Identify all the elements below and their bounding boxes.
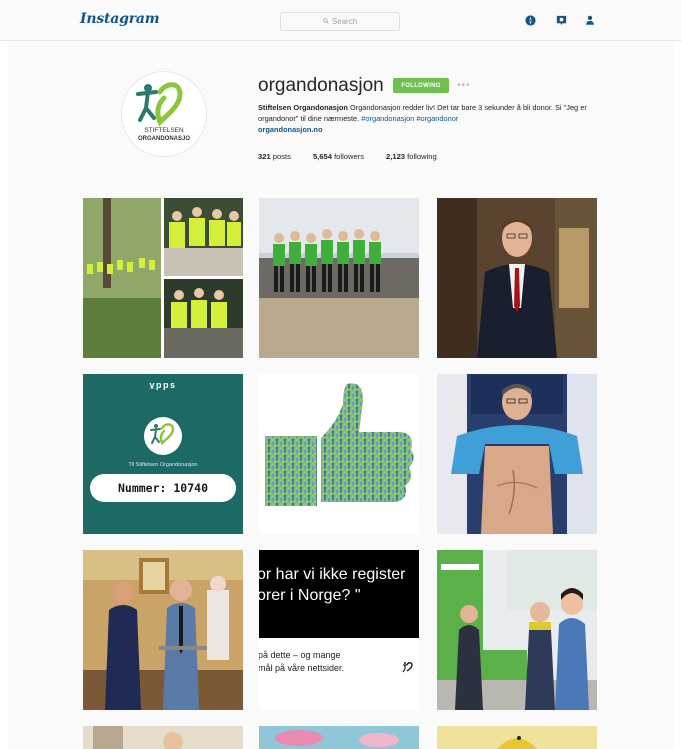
more-options-button[interactable]: •••: [457, 80, 471, 91]
quote-sub-line-1: på dette – og mange: [259, 650, 341, 660]
posts-label: posts: [270, 152, 291, 161]
quote-text: or har vi ikke register orer i Norge? ": [259, 564, 419, 624]
following-count: 2,123: [386, 152, 406, 161]
post-tile-vipps[interactable]: v̲pps Til Stiftelsen Organdonasjon Numme…: [83, 374, 243, 534]
organ-donor-small-logo-icon: [402, 662, 413, 673]
post-tile-partial-2[interactable]: [259, 726, 419, 749]
bio-name: Stiftelsen Organdonasjon: [258, 103, 348, 112]
bio-website-link[interactable]: organdonasjon.no: [258, 124, 588, 135]
compass-icon[interactable]: [523, 13, 537, 27]
profile-stats: 321 posts 5,654 followers 2,123 followin…: [258, 152, 437, 161]
organ-donor-logo-icon: [144, 417, 182, 455]
heart-bubble-icon[interactable]: [554, 13, 568, 27]
instagram-logo[interactable]: Instagram: [80, 11, 160, 27]
post-tile-partial-1[interactable]: [83, 726, 243, 749]
post-tile-runners-collage[interactable]: [83, 198, 243, 358]
post-tile-thumbs-up[interactable]: [259, 374, 419, 534]
post-tile-group-runners[interactable]: [259, 198, 419, 358]
profile-avatar[interactable]: STIFTELSEN ORGANDONASJO: [121, 71, 207, 157]
profile-bio: Stiftelsen Organdonasjon Organdonasjon r…: [258, 102, 588, 135]
search-placeholder: Search: [331, 17, 358, 26]
search-input[interactable]: Search: [280, 12, 400, 31]
followers-count: 5,654: [312, 152, 332, 161]
post-tile-quote[interactable]: or har vi ikke register orer i Norge? " …: [259, 550, 419, 710]
following-stat[interactable]: 2,123 following: [386, 152, 437, 161]
followers-stat[interactable]: 5,654 followers: [313, 152, 364, 161]
posts-count: 321: [258, 152, 271, 161]
quote-sub-line-2: mål på våre nettsider.: [259, 663, 345, 673]
avatar-text-bottom: ORGANDONASJO: [138, 136, 190, 142]
post-tile-partial-3[interactable]: [437, 726, 597, 749]
quote-line-2: orer i Norge? ": [259, 587, 361, 604]
following-button[interactable]: FOLLOWING: [393, 78, 449, 93]
following-label: following: [405, 152, 437, 161]
vipps-recipient: Til Stiftelsen Organdonasjon: [128, 462, 198, 468]
bio-hashtags[interactable]: #organdonasjon #organdonor: [361, 114, 458, 123]
quote-line-1: or har vi ikke register: [259, 566, 406, 583]
followers-label: followers: [331, 152, 365, 161]
vipps-number: Nummer: 10740: [90, 474, 236, 502]
vipps-logo: v̲pps: [149, 380, 177, 390]
post-tile-portrait-man[interactable]: [437, 198, 597, 358]
post-tile-expo-booth[interactable]: [437, 550, 597, 710]
post-tile-man-scar[interactable]: [437, 374, 597, 534]
avatar-text-top: STIFTELSEN: [144, 127, 184, 134]
quote-bottom-panel: på dette – og mange mål på våre nettside…: [259, 638, 419, 710]
search-icon: [323, 17, 329, 26]
post-tile-ceremony[interactable]: [83, 550, 243, 710]
posts-stat: 321 posts: [258, 152, 291, 161]
top-navigation-bar: Instagram Search: [0, 0, 681, 41]
quote-subtext: på dette – og mange mål på våre nettside…: [259, 649, 344, 675]
person-icon[interactable]: [583, 13, 597, 27]
profile-username: organdonasjon: [258, 75, 384, 96]
